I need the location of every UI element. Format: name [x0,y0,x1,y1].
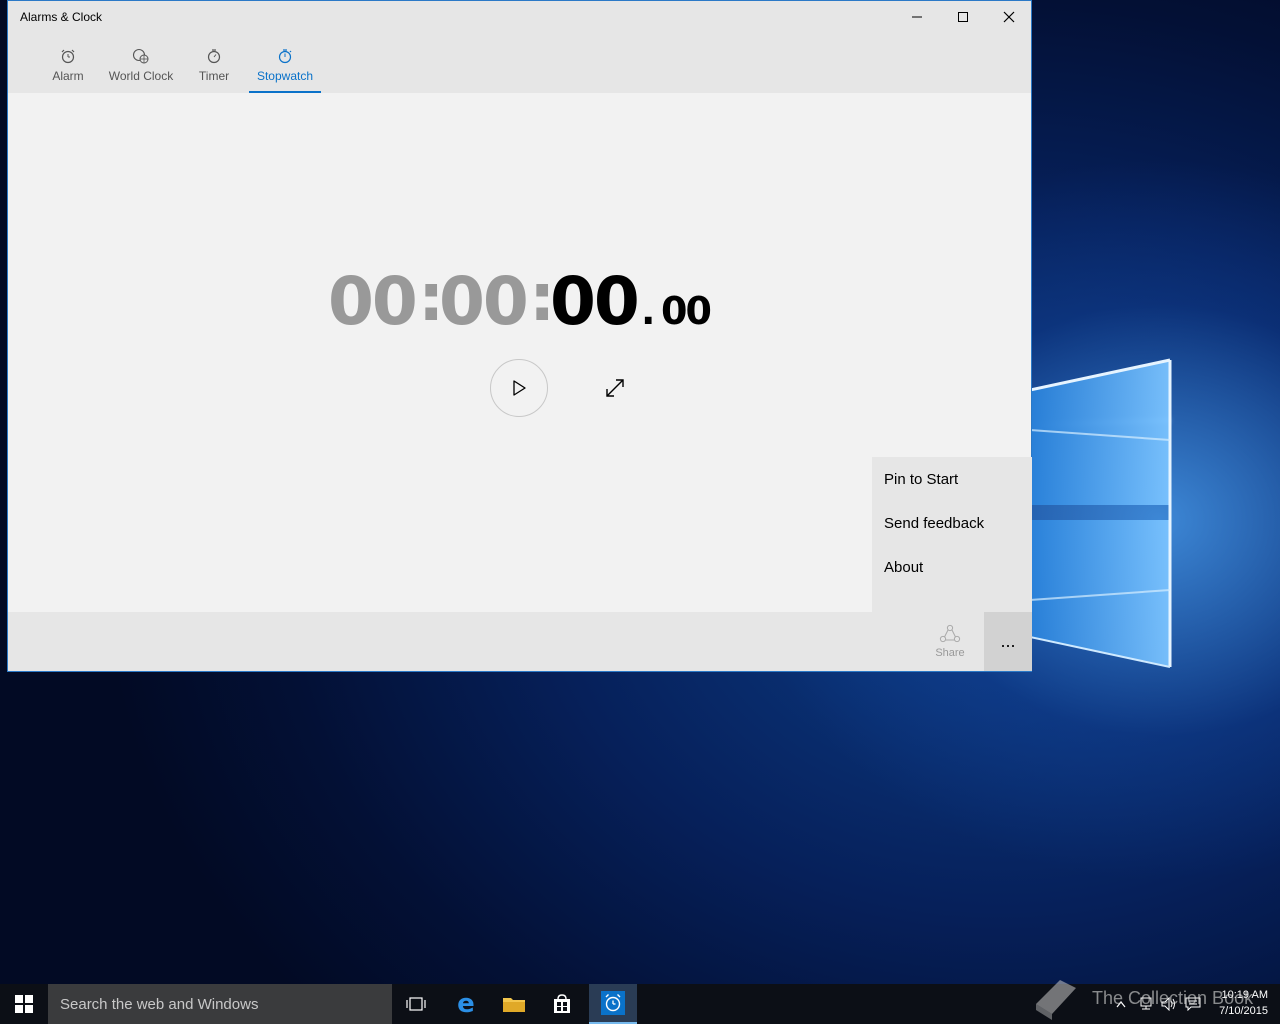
more-options-menu: Pin to Start Send feedback About [872,457,1032,613]
tab-timer[interactable]: Timer [194,33,234,93]
decimal-point: . [641,289,656,333]
minimize-button[interactable] [894,1,940,33]
menu-item-about[interactable]: About [884,559,923,576]
task-view-icon [406,997,426,1011]
tab-world-clock-label: World Clock [108,69,174,83]
menu-item-pin-to-start[interactable]: Pin to Start [884,471,958,488]
command-bar: Share ... [8,612,1032,671]
alarms-clock-window: Alarms & Clock Alarm World Clock Timer S… [7,0,1032,672]
share-icon [939,624,961,643]
windows-logo-wallpaper [1030,358,1172,668]
watermark-text: The Collection Book [1092,988,1254,1008]
close-icon [1003,11,1015,23]
alarm-icon [60,47,76,65]
search-placeholder: Search the web and Windows [60,996,259,1013]
store-icon [554,994,570,1013]
title-bar[interactable]: Alarms & Clock [8,1,1031,33]
menu-item-send-feedback[interactable]: Send feedback [884,515,984,532]
alarms-clock-taskbar-button[interactable] [589,984,637,1024]
close-button[interactable] [986,1,1032,33]
start-button[interactable] [490,359,548,417]
seconds-digits: 00 [550,263,640,340]
start-button[interactable] [0,984,48,1024]
tab-stopwatch[interactable]: Stopwatch [249,33,321,93]
hours-digits: 00 [328,263,418,340]
tab-bar: Alarm World Clock Timer Stopwatch [8,33,1031,93]
maximize-icon [958,12,968,22]
maximize-button[interactable] [940,1,986,33]
globe-icon [132,47,150,65]
stopwatch-display: 00 : 00 : 00 . 00 [328,259,728,343]
tab-world-clock[interactable]: World Clock [104,33,178,93]
play-icon [513,380,526,396]
file-explorer-button[interactable] [494,984,534,1024]
expand-button[interactable] [600,373,630,403]
hundredths-digits: 00 [661,289,712,333]
stopwatch-icon [277,47,293,65]
share-label: Share [935,647,965,659]
search-box[interactable]: Search the web and Windows [48,984,392,1024]
task-view-button[interactable] [396,984,436,1024]
expand-icon [606,379,624,397]
book-watermark-icon [1036,980,1076,1020]
selected-tab-indicator [249,91,321,93]
timer-icon [206,47,222,65]
window-title: Alarms & Clock [20,10,103,24]
more-button[interactable]: ... [984,612,1032,671]
tab-alarm-label: Alarm [52,69,84,83]
store-button[interactable] [542,984,582,1024]
windows-start-icon [15,995,33,1013]
edge-taskbar-button[interactable]: e [446,984,486,1024]
tab-stopwatch-label: Stopwatch [256,69,314,83]
edge-icon: e [457,989,475,1019]
share-button[interactable]: Share [926,624,974,659]
tab-alarm[interactable]: Alarm [48,33,88,93]
minimize-icon [912,16,922,18]
tab-timer-label: Timer [198,69,230,83]
minutes-digits: 00 [439,263,529,340]
alarm-clock-app-icon [601,991,625,1015]
more-icon: ... [1000,631,1016,651]
folder-icon [503,998,525,1012]
taskbar: Search the web and Windows e 10:19 AM 7/… [0,984,1280,1024]
